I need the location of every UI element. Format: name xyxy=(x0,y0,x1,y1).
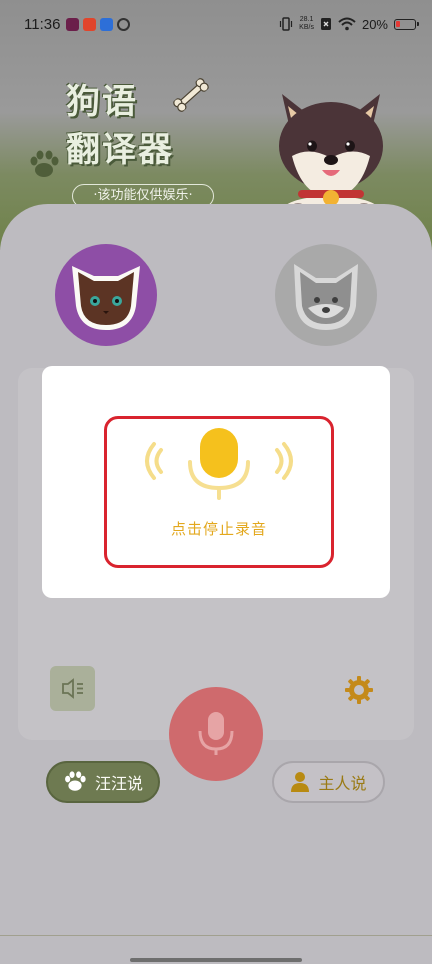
stop-recording-label[interactable]: 点击停止录音 xyxy=(104,518,334,539)
network-speed: 28.1 KB/s xyxy=(299,16,314,31)
title-line-2: 翻译器 xyxy=(66,130,174,170)
battery-percent: 20% xyxy=(361,16,388,32)
microphone-icon xyxy=(198,712,234,755)
paw-icon xyxy=(65,771,86,791)
dog-avatar[interactable] xyxy=(275,244,377,346)
shiba-dog-illustration xyxy=(279,94,383,220)
status-bar: 11:36 28.1 KB/s 20% xyxy=(0,0,432,52)
master-say-label: 主人说 xyxy=(318,774,367,793)
master-say-button[interactable]: 主人说 xyxy=(272,761,385,803)
dog-say-button[interactable]: 汪汪说 xyxy=(46,761,160,803)
dog-say-label: 汪汪说 xyxy=(94,774,143,793)
sim-icon xyxy=(320,18,331,30)
record-button[interactable] xyxy=(169,687,263,781)
paw-icon xyxy=(30,150,59,177)
title-line-1: 狗语 xyxy=(66,82,138,122)
dog-face-icon xyxy=(294,264,358,330)
status-time: 11:36 xyxy=(24,16,61,33)
voice-playback-button[interactable] xyxy=(50,666,95,711)
recording-microphone-icon xyxy=(145,428,293,500)
vibrate-icon xyxy=(280,17,293,31)
notification-icons xyxy=(66,18,130,31)
app-notification-icon xyxy=(83,18,96,31)
person-icon xyxy=(291,772,310,792)
app-notification-icon xyxy=(66,18,79,31)
cat-face-icon xyxy=(72,266,140,330)
app-title: 狗语 翻译器 xyxy=(66,78,174,174)
app-notification-icon xyxy=(100,18,113,31)
speaker-icon xyxy=(62,678,83,699)
wifi-icon xyxy=(338,17,356,31)
home-indicator[interactable] xyxy=(130,958,302,962)
app-notification-icon xyxy=(117,18,130,31)
cat-avatar[interactable] xyxy=(55,244,157,346)
bottom-divider xyxy=(0,935,432,936)
battery-icon xyxy=(394,18,419,30)
settings-gear-icon[interactable] xyxy=(344,675,374,705)
